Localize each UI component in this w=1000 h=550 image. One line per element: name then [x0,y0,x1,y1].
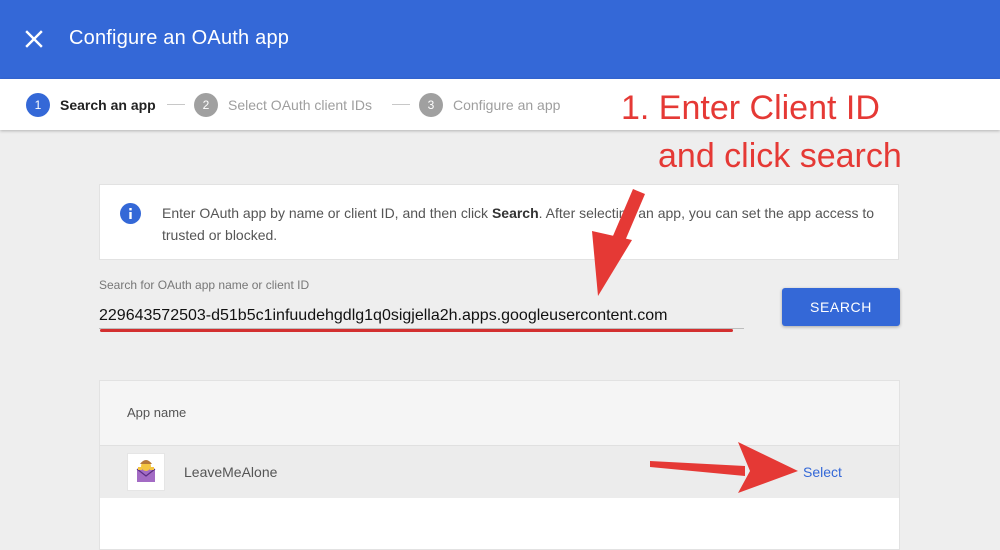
page-title: Configure an OAuth app [69,27,290,49]
annotation-step1-line1: 1. Enter Client ID [621,89,880,127]
search-label: Search for OAuth app name or client ID [99,278,310,292]
step-label: Select OAuth client IDs [228,96,372,113]
info-icon [120,203,141,224]
step-connector [167,104,185,105]
step-configure-app: 3 Configure an app [419,79,560,130]
search-input[interactable] [99,304,744,329]
info-banner: Enter OAuth app by name or client ID, an… [99,184,899,260]
close-button[interactable] [20,25,48,53]
info-text: Enter OAuth app by name or client ID, an… [162,202,882,246]
step-select-client-ids: 2 Select OAuth client IDs [194,79,372,130]
step-search-app: 1 Search an app [26,79,156,130]
app-logo-icon [127,453,165,491]
table-header: App name [100,381,899,446]
app-name: LeaveMeAlone [184,464,278,480]
close-icon [25,30,43,48]
table-row[interactable]: LeaveMeAlone Select [100,446,899,498]
info-text-start: Enter OAuth app by name or client ID, an… [162,205,492,221]
step-label: Search an app [60,96,156,113]
annotation-underline [100,329,733,332]
step-number: 2 [194,92,218,117]
info-text-bold: Search [491,205,539,221]
step-number: 3 [419,92,443,117]
step-label: Configure an app [453,96,561,113]
step-connector [392,104,410,105]
annotation-step1-line2: and click search [658,137,902,175]
results-table: App name LeaveMeAlone Select [99,380,900,550]
select-link[interactable]: Select [803,464,842,480]
search-button[interactable]: SEARCH [782,288,900,326]
column-header-app-name: App name [127,405,187,420]
top-app-bar: Configure an OAuth app [0,0,1000,79]
step-number: 1 [26,92,50,117]
